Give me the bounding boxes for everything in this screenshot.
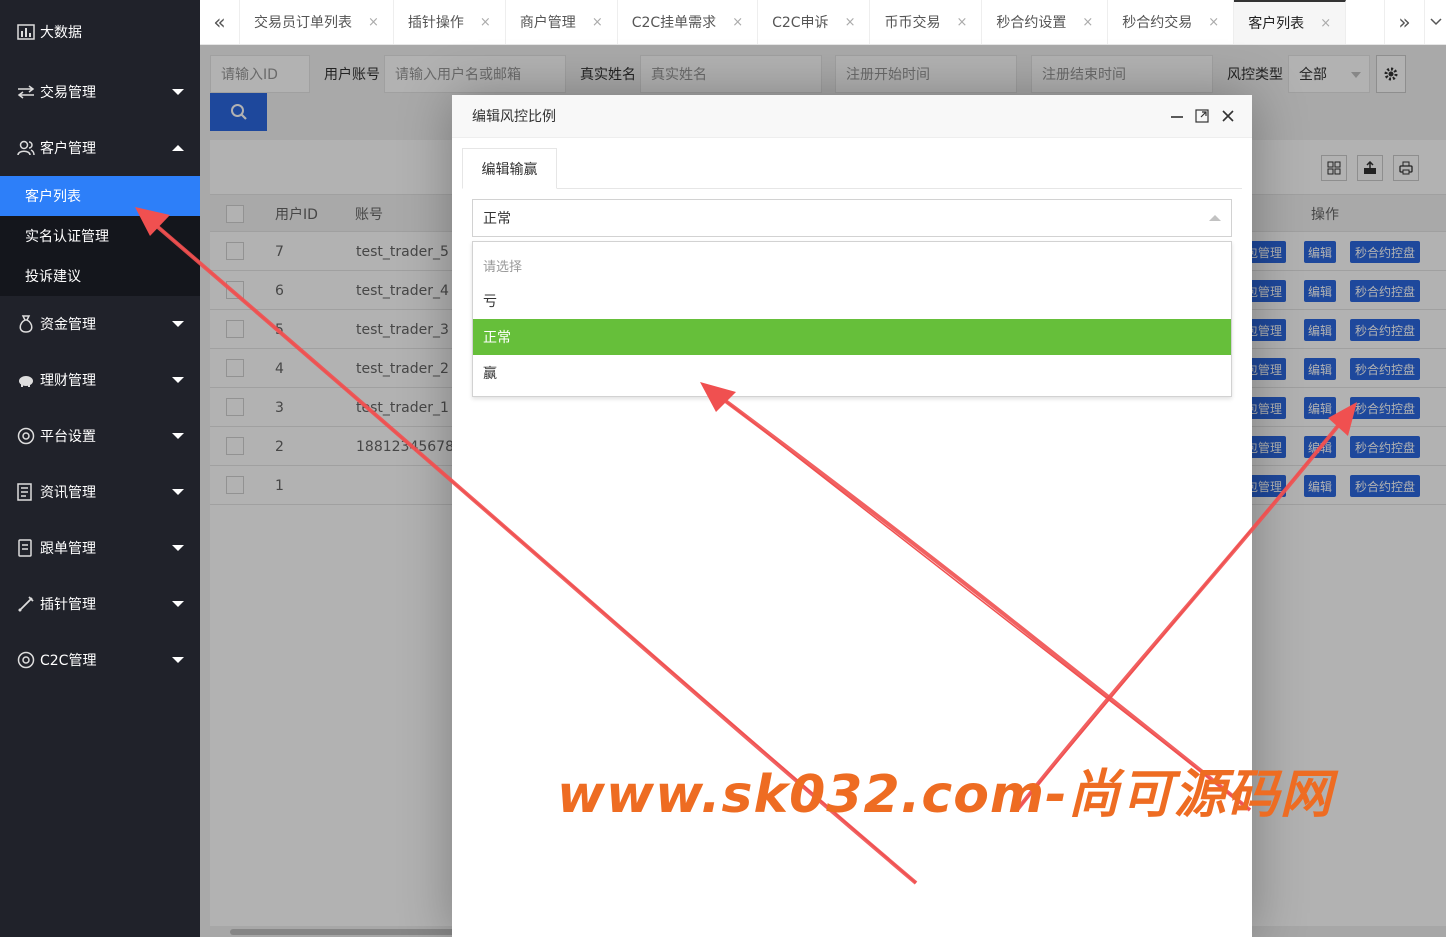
sidebar-item-c2c[interactable]: C2C管理 <box>0 632 200 688</box>
sidebar-subitem-realname[interactable]: 实名认证管理 <box>0 216 200 256</box>
sidebar-item-label: 资金管理 <box>40 317 96 333</box>
close-icon[interactable]: × <box>845 15 856 30</box>
sidebar-item-label: C2C管理 <box>40 653 97 669</box>
chevron-down-icon <box>172 321 184 327</box>
tab-label: 秒合约设置 <box>996 15 1067 31</box>
settings-circle-icon <box>16 426 36 446</box>
sidebar-item-copy-trade[interactable]: 跟单管理 <box>0 520 200 576</box>
close-icon[interactable]: × <box>1320 16 1331 31</box>
chevron-down-icon <box>172 545 184 551</box>
document-icon <box>16 538 36 558</box>
close-icon[interactable]: × <box>592 15 603 30</box>
tab-label: 插针操作 <box>407 15 464 31</box>
maximize-icon[interactable] <box>1193 107 1211 125</box>
option-placeholder[interactable]: 请选择 <box>473 247 1231 283</box>
sidebar-item-pin[interactable]: 插针管理 <box>0 576 200 632</box>
sidebar-item-big-data[interactable]: 大数据 <box>0 0 200 64</box>
tab-label: 秒合约交易 <box>1122 15 1193 31</box>
option-normal[interactable]: 正常 <box>473 319 1231 355</box>
tab-c2c-orders[interactable]: C2C挂单需求 × <box>618 0 759 44</box>
chevron-down-icon <box>172 489 184 495</box>
close-icon[interactable]: × <box>368 15 379 30</box>
sidebar-item-trade[interactable]: 交易管理 <box>0 64 200 120</box>
news-icon <box>16 482 36 502</box>
users-icon <box>16 138 36 158</box>
transfer-icon <box>16 82 36 102</box>
tab-label: C2C挂单需求 <box>631 15 717 31</box>
close-icon[interactable]: × <box>732 15 743 30</box>
modal-header: 编辑风控比例 <box>452 95 1252 138</box>
sidebar-item-customers[interactable]: 客户管理 <box>0 120 200 176</box>
circle-icon <box>16 650 36 670</box>
tab-label: 币币交易 <box>884 15 941 31</box>
sidebar-item-label: 平台设置 <box>40 429 96 445</box>
tab-customer-list[interactable]: 客户列表 × <box>1234 0 1347 44</box>
sidebar: 大数据 交易管理 客户管理 客户列表 实名认证管理 投诉建议 资金管理 理财管理 <box>0 0 200 937</box>
watermark-text: www.sk032.com-尚可源码网 <box>557 765 1333 825</box>
select-value: 正常 <box>483 211 511 227</box>
tab-trader-orders[interactable]: 交易员订单列表 × <box>240 0 394 44</box>
tab-label: C2C申诉 <box>772 15 829 31</box>
chevron-up-icon <box>172 145 184 151</box>
sidebar-item-funds[interactable]: 资金管理 <box>0 296 200 352</box>
tab-label: 商户管理 <box>519 15 576 31</box>
chevron-down-icon <box>172 89 184 95</box>
piggy-bank-icon <box>16 370 36 390</box>
option-lose[interactable]: 亏 <box>473 283 1231 319</box>
sidebar-submenu: 客户列表 实名认证管理 投诉建议 <box>0 176 200 296</box>
tab-second-contract-trade[interactable]: 秒合约交易 × <box>1108 0 1235 44</box>
tab-label: 交易员订单列表 <box>254 15 352 31</box>
chevron-down-icon[interactable] <box>1424 0 1446 44</box>
chevron-down-icon <box>172 433 184 439</box>
option-win[interactable]: 赢 <box>473 355 1231 391</box>
minimize-icon[interactable] <box>1168 107 1186 125</box>
sidebar-item-label: 资讯管理 <box>40 485 96 501</box>
close-icon[interactable]: × <box>1208 15 1219 30</box>
chevron-down-icon <box>172 601 184 607</box>
tab-coin-trade[interactable]: 币币交易 × <box>870 0 983 44</box>
sidebar-item-label: 交易管理 <box>40 85 96 101</box>
tabs-scroll-left-icon[interactable]: « <box>200 0 240 44</box>
sidebar-item-label: 客户管理 <box>40 141 96 157</box>
tab-pin-operation[interactable]: 插针操作 × <box>394 0 506 44</box>
money-bag-icon <box>16 314 36 334</box>
tab-c2c-appeal[interactable]: C2C申诉 × <box>758 0 871 44</box>
sidebar-item-news[interactable]: 资讯管理 <box>0 464 200 520</box>
tab-merchants[interactable]: 商户管理 × <box>506 0 618 44</box>
tab-bar: « 交易员订单列表 × 插针操作 × 商户管理 × C2C挂单需求 × C2C申诉 × 币… <box>200 0 1446 45</box>
sidebar-item-label: 插针管理 <box>40 597 96 613</box>
win-lose-select[interactable]: 正常 <box>472 199 1232 237</box>
tabs-scroll-right-icon[interactable]: » <box>1384 0 1424 44</box>
bar-chart-icon <box>16 22 36 42</box>
close-icon[interactable]: × <box>1082 15 1093 30</box>
tab-second-contract-settings[interactable]: 秒合约设置 × <box>982 0 1109 44</box>
sidebar-item-label: 理财管理 <box>40 373 96 389</box>
sidebar-subitem-complaints[interactable]: 投诉建议 <box>0 256 200 296</box>
sidebar-item-label: 跟单管理 <box>40 541 96 557</box>
modal-title: 编辑风控比例 <box>472 109 556 125</box>
sidebar-item-platform[interactable]: 平台设置 <box>0 408 200 464</box>
sidebar-subitem-customer-list[interactable]: 客户列表 <box>0 176 200 216</box>
close-icon[interactable]: × <box>480 15 491 30</box>
chevron-up-icon <box>1209 215 1221 221</box>
tab-label: 客户列表 <box>1248 16 1305 32</box>
select-dropdown: 请选择 亏 正常 赢 <box>472 241 1232 397</box>
sidebar-item-label: 大数据 <box>40 25 82 41</box>
modal-tabs: 编辑输赢 <box>462 148 1242 189</box>
close-icon[interactable]: × <box>956 15 967 30</box>
sidebar-item-wealth[interactable]: 理财管理 <box>0 352 200 408</box>
tab-edit-win-lose[interactable]: 编辑输赢 <box>462 148 557 189</box>
chevron-down-icon <box>172 377 184 383</box>
close-icon[interactable] <box>1219 107 1237 125</box>
chevron-down-icon <box>172 657 184 663</box>
tool-icon <box>16 594 36 614</box>
